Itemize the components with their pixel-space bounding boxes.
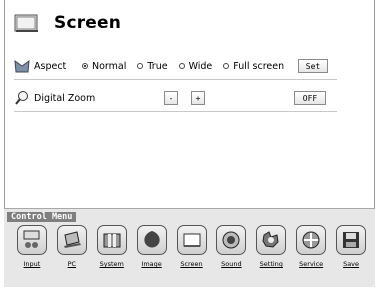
menu-item-screen[interactable]: Screen xyxy=(172,225,212,268)
menu-label-image: Image xyxy=(141,260,162,268)
aspect-radio-normal[interactable]: Normal xyxy=(82,61,126,72)
screen-icon xyxy=(14,14,38,32)
image-icon xyxy=(136,225,167,255)
service-icon xyxy=(296,225,327,255)
menu-label-input: Input xyxy=(23,260,41,268)
menu-label-setting: Setting xyxy=(259,260,283,268)
menu-item-setting[interactable]: Setting xyxy=(251,225,291,268)
control-menu-items: Input PC System Image Screen Sound Setti… xyxy=(12,225,371,268)
sound-icon xyxy=(216,225,247,255)
digital-zoom-label: Digital Zoom xyxy=(34,92,96,104)
aspect-radio-true[interactable]: True xyxy=(137,61,168,72)
menu-label-service: Service xyxy=(299,260,324,268)
page-header: Screen xyxy=(14,9,121,37)
digital-zoom-row: Digital Zoom - + OFF xyxy=(14,86,363,110)
screen-icon xyxy=(176,225,207,255)
input-icon xyxy=(16,225,47,255)
aspect-label: Aspect xyxy=(34,60,67,72)
menu-label-screen: Screen xyxy=(180,260,203,268)
setting-icon xyxy=(256,225,287,255)
menu-item-sound[interactable]: Sound xyxy=(211,225,251,268)
menu-label-pc: PC xyxy=(67,260,77,268)
row-divider xyxy=(14,79,337,80)
aspect-set-button[interactable]: Set xyxy=(298,59,328,73)
control-menu-title: Control Menu xyxy=(7,212,77,222)
save-icon xyxy=(336,225,367,255)
menu-item-save[interactable]: Save xyxy=(331,225,371,268)
row-divider xyxy=(14,111,337,112)
menu-label-sound: Sound xyxy=(221,260,242,268)
menu-item-service[interactable]: Service xyxy=(291,225,331,268)
zoom-plus-button[interactable]: + xyxy=(191,91,205,105)
system-icon xyxy=(96,225,127,255)
page-title: Screen xyxy=(54,13,122,33)
pc-icon xyxy=(56,225,87,255)
magnifier-icon xyxy=(15,91,28,105)
zoom-off-button[interactable]: OFF xyxy=(294,91,326,105)
aspect-radio-wide[interactable]: Wide xyxy=(178,61,212,72)
zoom-minus-button[interactable]: - xyxy=(164,91,178,105)
menu-item-input[interactable]: Input xyxy=(12,225,52,268)
aspect-row: Aspect Normal True Wide Full screen Set xyxy=(14,54,363,78)
menu-item-pc[interactable]: PC xyxy=(52,225,92,268)
menu-label-save: Save xyxy=(343,260,360,268)
aspect-icon xyxy=(14,59,30,73)
aspect-radio-full-screen[interactable]: Full screen xyxy=(223,61,284,72)
menu-label-system: System xyxy=(99,260,124,268)
control-menu: Control Menu Input PC System Image Scree… xyxy=(4,208,375,287)
menu-item-system[interactable]: System xyxy=(92,225,132,268)
menu-item-image[interactable]: Image xyxy=(132,225,172,268)
